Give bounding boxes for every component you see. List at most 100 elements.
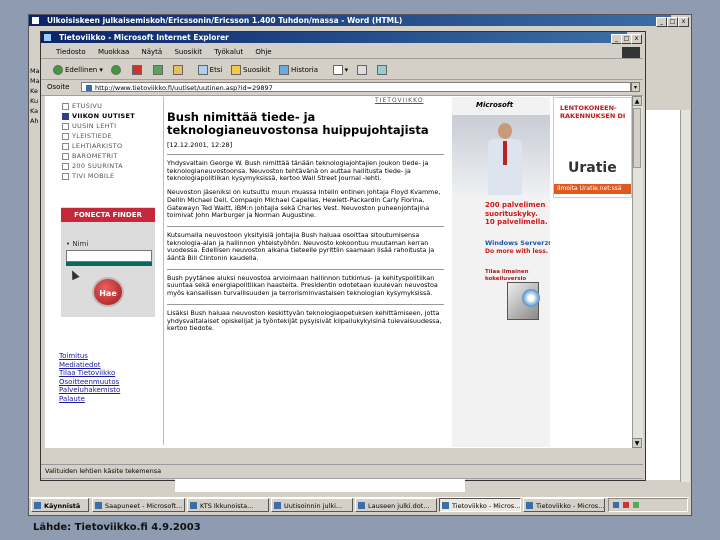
microsoft-logo: Microsoft [476, 101, 514, 109]
article-paragraph: Lisäksi Bush haluaa neuvoston keskittyvä… [167, 308, 442, 333]
outer-scrollbar[interactable] [680, 110, 690, 482]
ie-window-icon [44, 34, 51, 41]
tray-icon [633, 502, 639, 508]
person-head [498, 123, 512, 139]
menu-edit[interactable]: Muokkaa [98, 48, 129, 56]
edit-button[interactable] [377, 60, 389, 80]
close-icon[interactable]: x [678, 17, 689, 27]
scroll-up-icon[interactable]: ▲ [632, 96, 642, 106]
outer-title-bar: Ulkoisiskeen julkaisemiskoh/Ericssonin/E… [29, 15, 671, 26]
tray-icon [613, 502, 619, 508]
uratie-link[interactable]: Ilmoita Uratie.net:ssä [554, 184, 631, 194]
stop-button[interactable] [132, 60, 144, 80]
menu-favorites[interactable]: Suosikit [174, 48, 202, 56]
windows-logo-icon [622, 47, 640, 58]
link-osoitteenmuutos[interactable]: Osoitteenmuutos [59, 378, 154, 387]
address-value: http://www.tietoviikko.fi/uutiset/uutine… [95, 84, 273, 92]
finder-name-input[interactable] [66, 250, 152, 262]
link-tilaa[interactable]: Tilaa Tietoviikko [59, 369, 154, 378]
taskbar-item[interactable]: Lauseen julki.dot... [355, 498, 437, 512]
nav-item-lehtiarkisto[interactable]: LEHTIARKISTO [62, 141, 154, 151]
person-tie [503, 141, 507, 165]
ad-microsoft[interactable]: Microsoft 200 palvelimen suorituskyky. 1… [452, 97, 550, 447]
ad-lentokone-text: LENTOKONEEN- RAKENNUKSEN DI [560, 104, 626, 120]
page-icon [86, 85, 92, 91]
refresh-icon [152, 65, 163, 75]
left-nav: ETUSIVU VIIKON UUTISET UUSIN LEHTI YLEIS… [62, 101, 154, 181]
taskbar-item-active[interactable]: Tietoviikko - Micros... [439, 498, 521, 512]
uratie-logo: Uratie [568, 160, 617, 176]
forward-arrow-icon [111, 65, 122, 75]
ie-menu-bar: Tiedosto Muokkaa Näytä Suosikit Työkalut… [41, 45, 643, 59]
link-palaute[interactable]: Palaute [59, 395, 154, 404]
favorites-button[interactable]: Suosikit [230, 60, 270, 80]
history-clock-icon [279, 65, 290, 75]
ie-close-icon[interactable]: x [631, 34, 642, 44]
back-button[interactable]: Edellinen ▾ [53, 60, 103, 80]
article-paragraph: Kutsumalla neuvostoon yksityisiä johtaji… [167, 230, 435, 263]
taskbar-item[interactable]: Tietoviikko - Micros... [523, 498, 605, 512]
status-text: Valituiden lehtien käsite tekemensa [45, 467, 162, 475]
menu-tools[interactable]: Työkalut [214, 48, 243, 56]
address-label: Osoite [47, 83, 70, 91]
article-paragraph: Yhdysvaltain George W. Bush nimittää tän… [167, 159, 429, 183]
home-icon [173, 65, 184, 75]
footer-links: Toimitus Mediatiedot Tilaa Tietoviikko O… [59, 352, 154, 403]
mail-button[interactable]: ▾ [332, 60, 348, 80]
nav-item-tivi-mobile[interactable]: TIVI MOBILE [62, 171, 154, 181]
refresh-button[interactable] [152, 60, 165, 80]
ad-photo-person [452, 115, 550, 195]
outer-doc-area [644, 110, 680, 480]
taskbar-item[interactable]: Saapuneet - Microsoft... [92, 498, 185, 512]
forward-button[interactable] [111, 60, 123, 80]
nav-item-viikon-uutiset[interactable]: VIIKON UUTISET [62, 111, 154, 121]
nav-item-yleistiede[interactable]: YLEISTIEDE [62, 131, 154, 141]
tray-icon [623, 502, 629, 508]
nav-item-barometrit[interactable]: BAROMETRIT [62, 151, 154, 161]
windows-server-slogan: Do more with less. [485, 248, 549, 255]
taskbar-item[interactable]: KTS Ikkunoista... [187, 498, 269, 512]
ad-trial-text: Tilaa ilmainen kokeiluversio [485, 269, 529, 282]
address-input[interactable]: http://www.tietoviikko.fi/uutiset/uutine… [81, 82, 631, 92]
favorites-star-icon [230, 65, 241, 75]
link-mediatiedot[interactable]: Mediatiedot [59, 361, 154, 370]
history-button[interactable]: Historia [279, 60, 318, 80]
outer-window-icon [32, 17, 39, 24]
finder-green-bar [66, 262, 152, 266]
menu-file[interactable]: Tiedosto [56, 48, 86, 56]
finder-title: FONECTA FINDER [61, 208, 155, 222]
cd-disc-icon [522, 289, 540, 307]
menu-help[interactable]: Ohje [255, 48, 271, 56]
ie-status-bar: Valituiden lehtien käsite tekemensa [41, 464, 643, 479]
article-date: [12.12.2001, 12:28] [167, 141, 233, 149]
nav-item-200-suurinta[interactable]: 200 SUURINTA [62, 161, 154, 171]
ie-title-bar: Tietoviikko - Microsoft Internet Explore… [41, 32, 627, 43]
search-icon [197, 65, 208, 75]
menu-view[interactable]: Näytä [142, 48, 163, 56]
minimize-icon[interactable]: _ [656, 17, 667, 27]
ad-lentokone[interactable]: LENTOKONEEN- RAKENNUKSEN DI Uratie Ilmoi… [553, 97, 632, 198]
link-palveluhakemisto[interactable]: Palveluhakemisto [59, 386, 154, 395]
scroll-thumb[interactable] [633, 108, 641, 168]
home-button[interactable] [173, 60, 185, 80]
address-bar: Osoite http://www.tietoviikko.fi/uutiset… [41, 80, 643, 96]
article-headline: Bush nimittää tiede- ja teknologianeuvos… [167, 110, 429, 137]
address-dropdown-icon[interactable]: ▾ [631, 82, 640, 92]
nav-item-etusivu[interactable]: ETUSIVU [62, 101, 154, 111]
article-body: Bush nimittää tiede- ja teknologianeuvos… [167, 111, 444, 339]
link-toimitus[interactable]: Toimitus [59, 352, 154, 361]
taskbar-item[interactable]: Uutisoinnin julki... [271, 498, 353, 512]
nav-item-uusin-lehti[interactable]: UUSIN LEHTI [62, 121, 154, 131]
maximize-icon[interactable]: □ [667, 17, 678, 27]
search-button[interactable]: Etsi [197, 60, 222, 80]
finder-search-button[interactable]: Hae [92, 277, 124, 307]
article-paragraph: Neuvoston jäseniksi on kutsuttu muun mua… [167, 188, 441, 220]
back-arrow-icon [53, 65, 63, 75]
edit-icon [377, 65, 388, 75]
print-icon [356, 65, 367, 75]
stop-icon [132, 65, 143, 75]
start-button[interactable]: Käynnistä [31, 498, 89, 512]
print-button[interactable] [356, 60, 369, 80]
scroll-down-icon[interactable]: ▼ [632, 438, 642, 448]
ad-suorituskyky: 200 palvelimen suorituskyky. 10 palvelim… [485, 201, 548, 226]
